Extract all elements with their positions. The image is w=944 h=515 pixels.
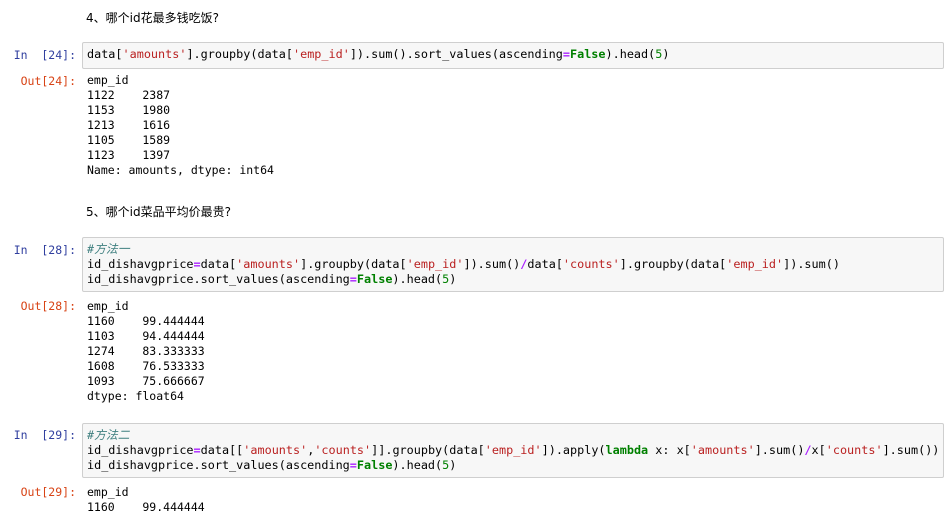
markdown-heading-4: 4、哪个id花最多钱吃饭? [86,11,219,25]
output-line: 1153 1980 [87,103,171,117]
code-cell-29[interactable]: #方法二 id_dishavgprice=data[['amounts','co… [82,423,944,478]
output-line: emp_id [87,485,129,499]
output-line: 1103 94.444444 [87,329,205,343]
code-line: id_dishavgprice.sort_values(ascending=Fa… [87,458,457,472]
code-comment: #方法二 [87,428,130,442]
output-line: dtype: float64 [87,389,184,403]
output-prompt-28: Out[28]: [20,299,76,313]
code-line: id_dishavgprice=data[['amounts','counts'… [87,443,940,457]
code-cell-28[interactable]: #方法一 id_dishavgprice=data['amounts'].gro… [82,237,944,292]
output-line: 1274 83.333333 [87,344,205,358]
output-line: 1213 1616 [87,118,171,132]
output-line: 1122 2387 [87,88,171,102]
output-area-29: emp_id 1160 99.444444 [87,485,205,515]
code-comment: #方法一 [87,242,130,256]
output-line: 1123 1397 [87,148,171,162]
markdown-heading-5: 5、哪个id菜品平均价最贵? [86,205,231,219]
input-prompt-29: In [29]: [13,428,76,442]
code-line: id_dishavgprice.sort_values(ascending=Fa… [87,272,457,286]
output-line: emp_id [87,299,129,313]
code-line: id_dishavgprice=data['amounts'].groupby(… [87,257,840,271]
output-line: 1105 1589 [87,133,171,147]
output-line: 1160 99.444444 [87,500,205,514]
output-area-28: emp_id 1160 99.444444 1103 94.444444 127… [87,299,205,404]
input-prompt-28: In [28]: [13,243,76,257]
output-area-24: emp_id 1122 2387 1153 1980 1213 1616 110… [87,73,274,178]
output-line: 1160 99.444444 [87,314,205,328]
output-line: Name: amounts, dtype: int64 [87,163,274,177]
output-line: 1608 76.533333 [87,359,205,373]
input-prompt-24: In [24]: [13,48,76,62]
output-line: emp_id [87,73,129,87]
output-prompt-24: Out[24]: [20,74,76,88]
code-line: data['amounts'].groupby(data['emp_id']).… [87,47,670,61]
code-cell-24[interactable]: data['amounts'].groupby(data['emp_id']).… [82,42,944,69]
output-line: 1093 75.666667 [87,374,205,388]
output-prompt-29: Out[29]: [20,485,76,499]
